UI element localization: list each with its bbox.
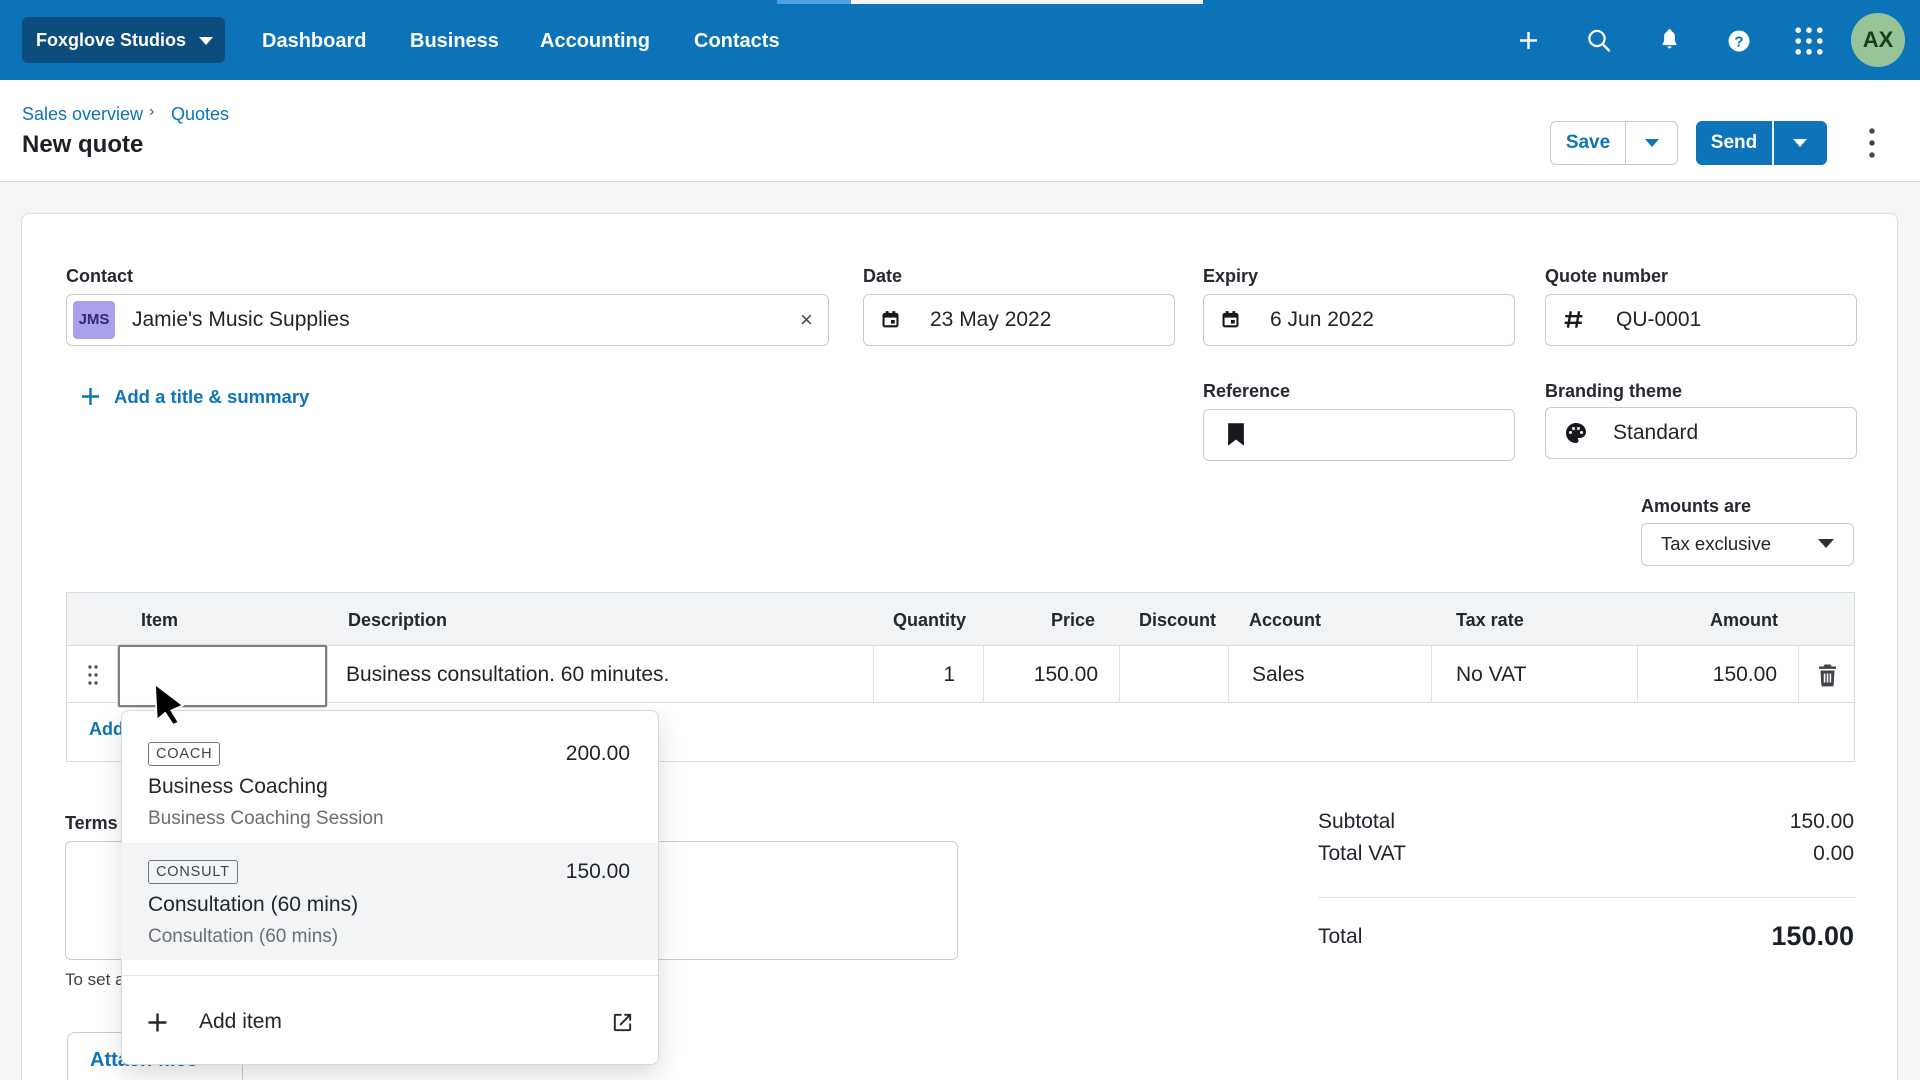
svg-text:?: ?: [1734, 34, 1743, 51]
